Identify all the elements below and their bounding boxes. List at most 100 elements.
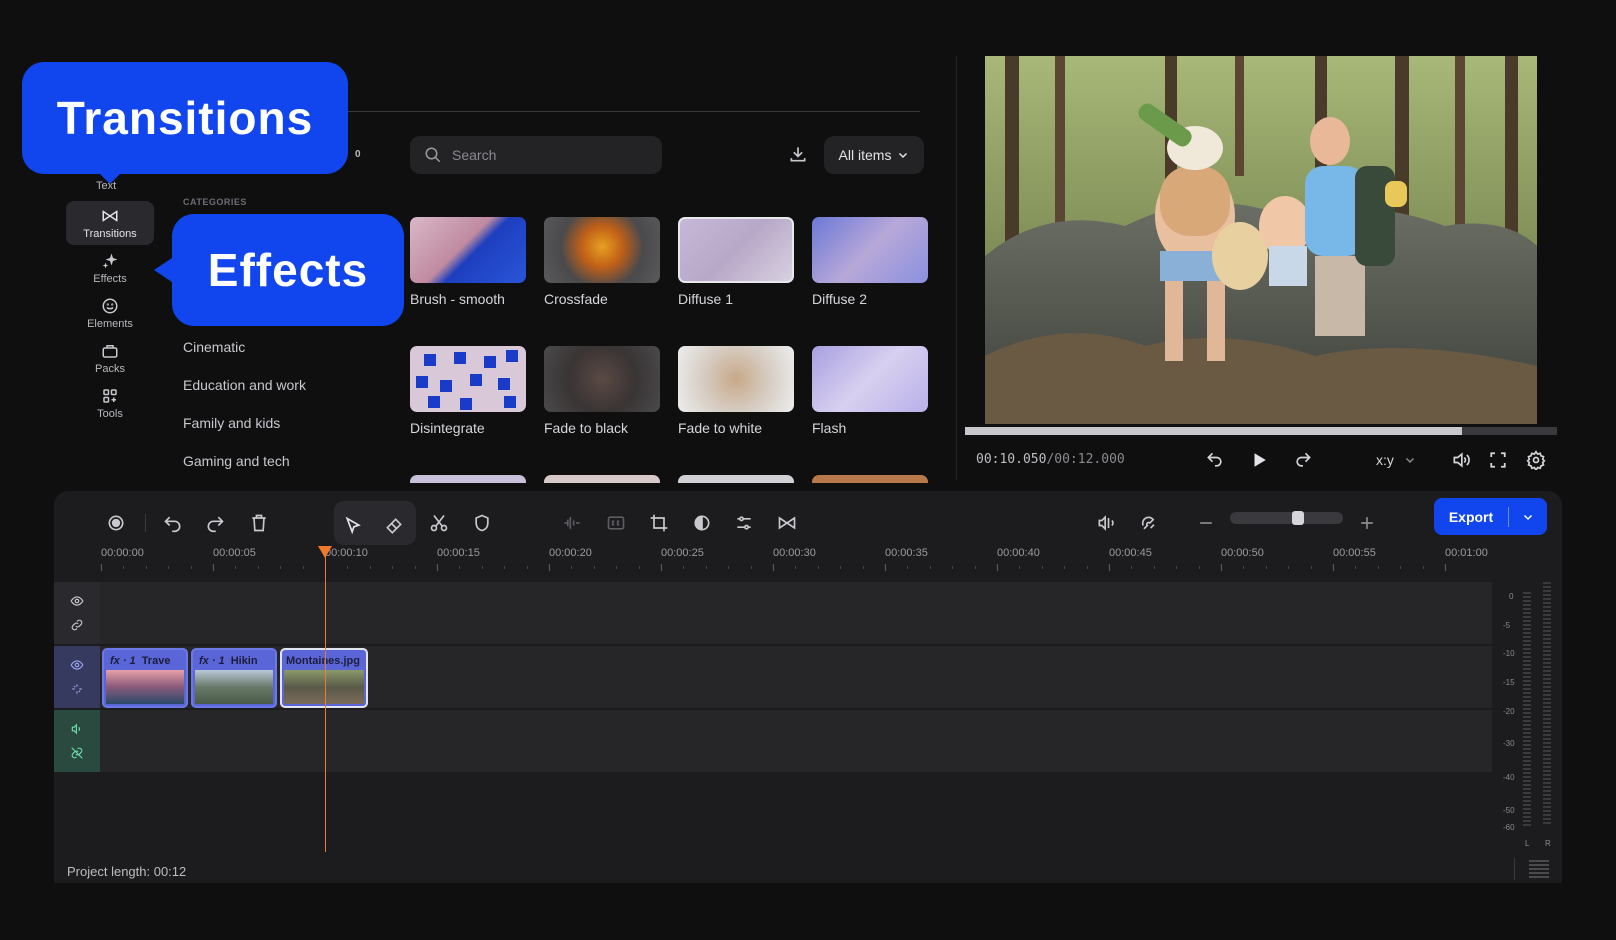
nav-item-tools[interactable]: Tools	[66, 381, 154, 425]
ruler-minor-tick	[1310, 566, 1312, 569]
playhead-handle[interactable]	[318, 546, 332, 558]
category-item[interactable]: Gaming and tech	[183, 453, 290, 469]
transition-label[interactable]: Crossfade	[544, 291, 608, 307]
ruler-tick-label: 00:00:40	[997, 547, 1040, 559]
transition-thumbnail[interactable]	[812, 346, 928, 412]
transition-thumbnail[interactable]	[410, 217, 526, 283]
transition-label[interactable]: Brush - smooth	[410, 291, 505, 307]
category-item[interactable]: Education and work	[183, 377, 306, 393]
sparkle-icon	[102, 253, 118, 268]
video-clip-selected[interactable]: Montaines.jpg	[280, 648, 368, 708]
zoom-out-button[interactable]	[1189, 506, 1223, 540]
transition-label[interactable]: Disintegrate	[410, 420, 485, 436]
rewind-button[interactable]	[1203, 448, 1227, 472]
zoom-in-button[interactable]	[1350, 506, 1384, 540]
filter-dropdown[interactable]: All items	[824, 136, 924, 174]
search-input[interactable]	[452, 147, 642, 163]
meter-toggle-icon[interactable]	[1529, 860, 1549, 878]
crop-button[interactable]	[642, 506, 676, 540]
ruler-minor-tick	[817, 566, 819, 569]
audio-detach-button[interactable]	[1089, 506, 1123, 540]
unlink-icon[interactable]	[70, 682, 84, 696]
video-preview[interactable]	[985, 56, 1537, 424]
timecode: 00:10.050/00:12.000	[976, 452, 1125, 467]
transition-thumbnail[interactable]	[678, 346, 794, 412]
nav-item-transitions[interactable]: Transitions	[66, 201, 154, 245]
undo-button[interactable]	[156, 506, 190, 540]
search-box[interactable]	[410, 136, 662, 174]
transition-thumbnail[interactable]	[410, 346, 526, 412]
playhead-line[interactable]	[325, 550, 326, 852]
ruler-minor-tick	[728, 566, 730, 569]
eye-icon[interactable]	[70, 594, 84, 608]
ruler-tick-label: 00:01:00	[1445, 547, 1488, 559]
effects-callout: Effects	[172, 214, 404, 326]
transition-thumbnail[interactable]	[678, 475, 794, 483]
color-button[interactable]	[685, 506, 719, 540]
delete-button[interactable]	[242, 506, 276, 540]
overlay-track[interactable]	[100, 582, 1492, 644]
record-button[interactable]	[99, 506, 133, 540]
timecode-current: 00:10.050	[976, 452, 1047, 467]
ruler-tick	[885, 564, 886, 571]
category-item[interactable]: Cinematic	[183, 339, 245, 355]
speaker-icon[interactable]	[70, 722, 84, 736]
ruler-minor-tick	[1086, 566, 1088, 569]
transition-label[interactable]: Fade to black	[544, 420, 628, 436]
marker-button[interactable]	[465, 506, 499, 540]
nav-item-label: Transitions	[83, 227, 137, 240]
link-icon[interactable]	[70, 618, 84, 632]
clip-thumbnail	[106, 670, 184, 704]
meter-channel-left: L	[1525, 839, 1530, 848]
nav-item-elements[interactable]: Elements	[66, 291, 154, 335]
ruler-tick	[1221, 564, 1222, 571]
rewind-icon	[1207, 452, 1222, 467]
callout-pointer	[154, 258, 172, 282]
transition-label[interactable]: Diffuse 2	[812, 291, 867, 307]
aspect-ratio-dropdown[interactable]: x:y	[1376, 450, 1416, 470]
shield-icon	[475, 514, 489, 532]
transition-label[interactable]: Flash	[812, 420, 846, 436]
transition-thumbnail[interactable]	[812, 475, 928, 483]
unlink-icon[interactable]	[70, 746, 84, 760]
magnet-button[interactable]	[1132, 506, 1166, 540]
adjust-button[interactable]	[727, 506, 761, 540]
ruler-minor-tick	[235, 566, 237, 569]
export-button[interactable]: Export	[1434, 498, 1547, 535]
audio-split-button[interactable]	[555, 506, 589, 540]
zoom-slider-handle[interactable]	[1292, 511, 1304, 525]
split-button[interactable]	[422, 506, 456, 540]
captions-button[interactable]	[599, 506, 633, 540]
transition-thumbnail[interactable]	[812, 217, 928, 283]
category-item[interactable]: Family and kids	[183, 415, 280, 431]
nav-item-effects[interactable]: Effects	[66, 246, 154, 290]
zoom-slider[interactable]	[1230, 511, 1343, 525]
redo-button[interactable]	[198, 506, 232, 540]
ruler-tick-label: 00:00:15	[437, 547, 480, 559]
transition-thumbnail[interactable]	[678, 217, 794, 283]
select-tool-button[interactable]	[336, 509, 370, 543]
transition-thumbnail[interactable]	[410, 475, 526, 483]
transition-thumbnail[interactable]	[544, 475, 660, 483]
ruler-minor-tick	[750, 566, 752, 569]
preview-image	[985, 56, 1537, 424]
transition-label[interactable]: Diffuse 1	[678, 291, 733, 307]
volume-button[interactable]	[1449, 448, 1473, 472]
transition-thumbnail[interactable]	[544, 346, 660, 412]
forward-button[interactable]	[1291, 448, 1315, 472]
razor-tool-button[interactable]	[377, 509, 411, 543]
nav-item-packs[interactable]: Packs	[66, 336, 154, 380]
settings-button[interactable]	[1524, 448, 1548, 472]
download-button[interactable]	[788, 144, 808, 169]
transition-button[interactable]	[770, 506, 804, 540]
video-clip[interactable]: fx · 1 Trave	[102, 648, 188, 708]
audio-track[interactable]	[100, 710, 1492, 772]
transition-label[interactable]: Fade to white	[678, 420, 762, 436]
transition-thumbnail[interactable]	[544, 217, 660, 283]
playback-progress-bar[interactable]	[965, 427, 1557, 435]
play-button[interactable]	[1247, 448, 1271, 472]
export-dropdown-button[interactable]	[1509, 511, 1547, 523]
eye-icon[interactable]	[70, 658, 84, 672]
video-clip[interactable]: fx · 1 Hikin	[191, 648, 277, 708]
fullscreen-button[interactable]	[1486, 448, 1510, 472]
